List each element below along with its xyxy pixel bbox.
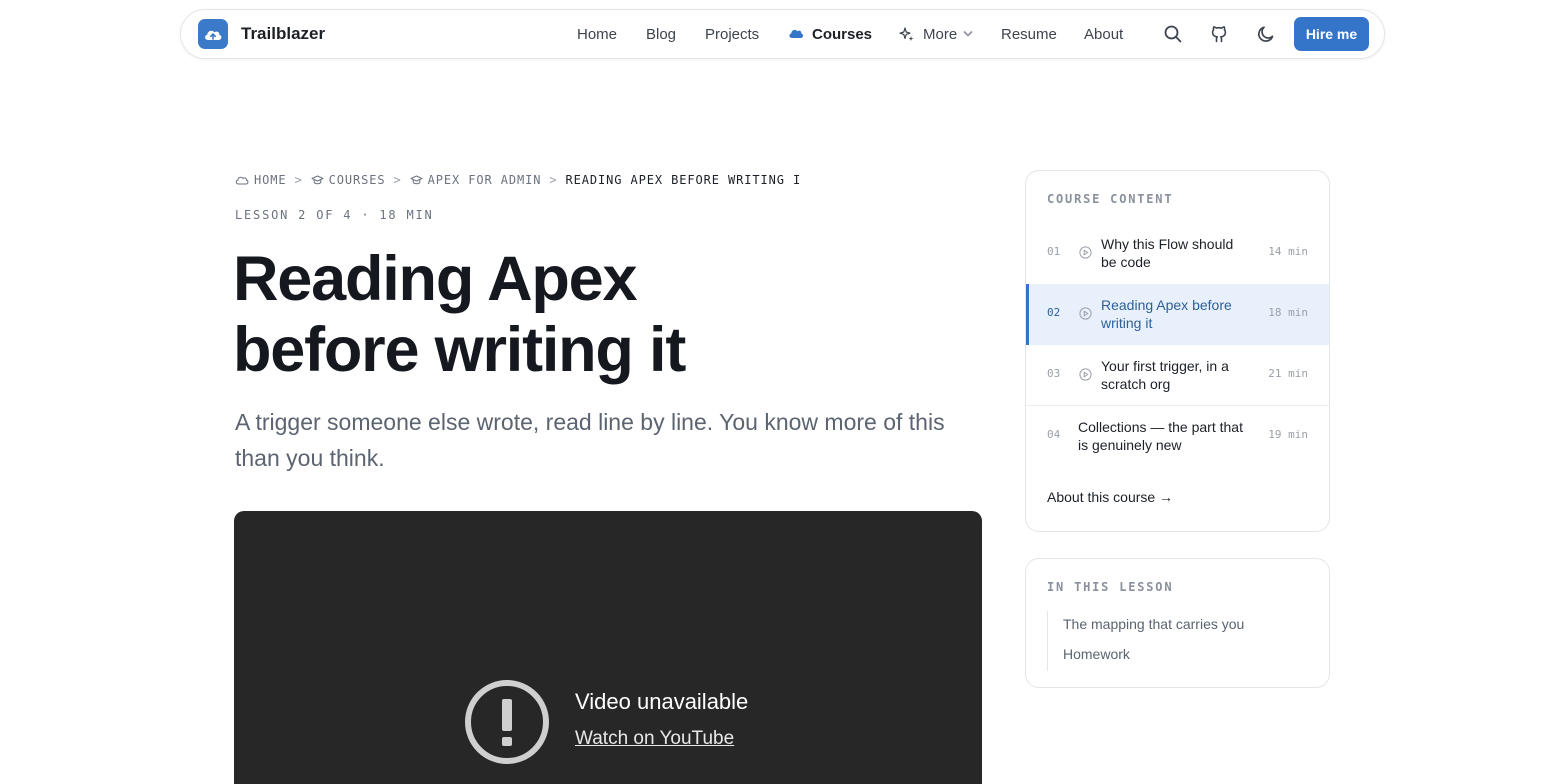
toc-item[interactable]: Homework xyxy=(1048,641,1244,671)
breadcrumb-courses[interactable]: COURSES xyxy=(329,173,386,187)
lesson-duration: 21 min xyxy=(1268,367,1308,380)
lesson-title: Your first trigger, in a scratch org xyxy=(1101,358,1229,392)
exclamation-circle-icon xyxy=(465,680,549,764)
breadcrumb-home[interactable]: HOME xyxy=(254,173,287,187)
nav-projects[interactable]: Projects xyxy=(705,26,759,44)
breadcrumb-separator-icon: > xyxy=(549,173,558,187)
lesson-number: 04 xyxy=(1047,428,1061,441)
graduation-cap-icon xyxy=(410,175,423,184)
breadcrumb-course[interactable]: APEX FOR ADMIN xyxy=(428,173,542,187)
nav-more[interactable]: More xyxy=(923,26,957,44)
in-this-lesson-card: IN THIS LESSON The mapping that carries … xyxy=(1025,558,1330,688)
nav-about[interactable]: About xyxy=(1084,26,1123,44)
lesson-duration: 19 min xyxy=(1268,428,1308,441)
github-icon[interactable] xyxy=(1209,24,1229,44)
lesson-meta: LESSON 2 OF 4 · 18 MIN xyxy=(235,208,434,222)
course-content-heading: COURSE CONTENT xyxy=(1047,192,1174,206)
lesson-duration: 18 min xyxy=(1268,306,1308,319)
cloud-icon xyxy=(789,29,804,38)
watch-on-youtube-link[interactable]: Watch on YouTube xyxy=(575,728,734,750)
lesson-item[interactable]: 04 Collections — the part that is genuin… xyxy=(1026,405,1329,466)
hire-me-button[interactable]: Hire me xyxy=(1294,17,1369,51)
course-content-card: COURSE CONTENT 01 Why this Flow should b… xyxy=(1025,170,1330,532)
brand-logo[interactable] xyxy=(198,19,228,49)
about-course-link[interactable]: About this course → xyxy=(1047,489,1173,505)
graduation-cap-icon xyxy=(311,175,324,184)
lesson-item-active[interactable]: 02 Reading Apex before writing it 18 min xyxy=(1026,284,1329,345)
lesson-duration: 14 min xyxy=(1268,245,1308,258)
play-circle-icon xyxy=(1079,307,1092,320)
breadcrumb-separator-icon: > xyxy=(393,173,402,187)
breadcrumb: HOME > COURSES > APEX FOR ADMIN > READIN… xyxy=(235,172,801,188)
lesson-title: Reading Apex before writing it xyxy=(1101,297,1232,331)
brand-name[interactable]: Trailblazer xyxy=(241,24,325,44)
video-unavailable-text: Video unavailable xyxy=(575,689,749,714)
breadcrumb-current: READING APEX BEFORE WRITING I xyxy=(565,173,802,187)
lesson-number: 03 xyxy=(1047,367,1061,380)
lesson-title: Why this Flow should be code xyxy=(1101,236,1234,270)
lesson-item[interactable]: 01 Why this Flow should be code 14 min xyxy=(1026,223,1329,284)
breadcrumb-separator-icon: > xyxy=(294,173,303,187)
page-title: Reading Apex before writing it xyxy=(233,244,993,386)
moon-icon[interactable] xyxy=(1256,24,1276,44)
lesson-number: 02 xyxy=(1047,306,1061,319)
nav-resume[interactable]: Resume xyxy=(1001,26,1057,44)
play-circle-icon xyxy=(1079,246,1092,259)
sparkle-icon xyxy=(899,27,914,41)
page-title-line-2: before writing it xyxy=(233,315,686,385)
lesson-number: 01 xyxy=(1047,245,1061,258)
lesson-title: Collections — the part that is genuinely… xyxy=(1078,419,1243,453)
top-navbar: Trailblazer Home Blog Projects Courses M… xyxy=(180,9,1385,59)
lesson-subtitle: A trigger someone else wrote, read line … xyxy=(235,409,945,471)
play-circle-icon xyxy=(1079,368,1092,381)
nav-blog[interactable]: Blog xyxy=(646,26,676,44)
page-title-line-1: Reading Apex xyxy=(233,244,638,314)
lesson-toc: The mapping that carries you Homework xyxy=(1047,611,1244,671)
video-player[interactable]: Video unavailable Watch on YouTube xyxy=(234,511,982,784)
chevron-down-icon[interactable] xyxy=(963,30,973,38)
lesson-item[interactable]: 03 Your first trigger, in a scratch org … xyxy=(1026,345,1329,406)
cloud-upload-icon xyxy=(205,30,222,40)
search-icon[interactable] xyxy=(1163,24,1183,44)
cloud-icon xyxy=(235,176,249,185)
nav-courses[interactable]: Courses xyxy=(812,26,872,44)
toc-item[interactable]: The mapping that carries you xyxy=(1048,611,1244,641)
in-this-lesson-heading: IN THIS LESSON xyxy=(1047,580,1174,594)
nav-home[interactable]: Home xyxy=(577,26,617,44)
